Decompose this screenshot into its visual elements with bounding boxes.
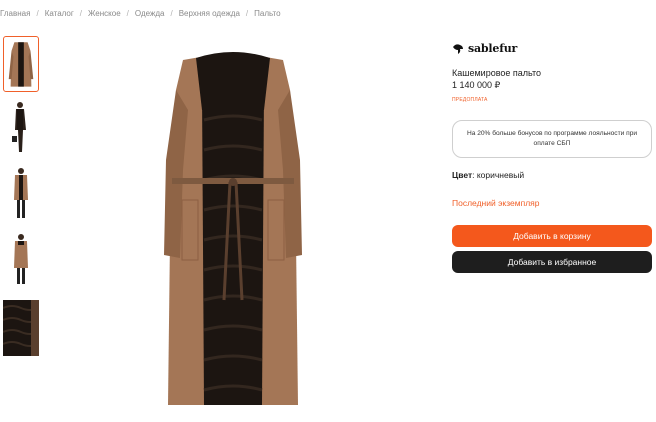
breadcrumb-women[interactable]: Женское	[88, 9, 121, 18]
color-label: Цвет	[452, 170, 473, 180]
breadcrumb-separator: /	[126, 9, 129, 18]
product-main-image	[158, 50, 308, 410]
product-title: Кашемировое пальто	[452, 68, 542, 78]
breadcrumb-separator: /	[79, 9, 83, 18]
thumbnail-fur-detail[interactable]	[3, 300, 39, 356]
breadcrumb: Главная / Каталог / Женское / Одежда / Верхняя о…	[0, 9, 281, 18]
model-side-thumbnail-image	[12, 102, 26, 152]
color-info: Цвет: коричневый	[452, 170, 524, 180]
thumbnail-front[interactable]	[3, 36, 39, 92]
breadcrumb-separator: /	[170, 9, 173, 18]
model-back-thumbnail-image	[14, 234, 28, 284]
brand-link[interactable]: sablefur	[452, 42, 517, 55]
fur-detail-thumbnail-image	[3, 300, 39, 356]
coat-thumbnail-image	[8, 42, 34, 87]
add-to-favorites-button[interactable]: Добавить в избранное	[452, 251, 652, 273]
model-front-thumbnail-image	[14, 168, 28, 218]
add-to-cart-button[interactable]: Добавить в корзину	[452, 225, 652, 247]
loyalty-bonus-text: На 20% больше бонусов по программе лояль…	[466, 129, 638, 147]
breadcrumb-outerwear[interactable]: Верхняя одежда	[179, 9, 240, 18]
breadcrumb-catalog[interactable]: Каталог	[45, 9, 74, 18]
sable-logo-icon	[453, 43, 463, 54]
coat-image	[164, 52, 302, 405]
thumbnail-side[interactable]	[3, 100, 39, 156]
last-copy-label: Последний экземпляр	[452, 198, 540, 208]
product-price: 1 140 000 ₽	[452, 80, 501, 90]
thumbnail-model-back[interactable]	[3, 232, 39, 288]
breadcrumb-separator: /	[36, 9, 39, 18]
thumbnail-model-front[interactable]	[3, 166, 39, 222]
color-value: : коричневый	[472, 170, 525, 180]
loyalty-bonus-banner: На 20% больше бонусов по программе лояль…	[452, 120, 652, 158]
breadcrumb-coats[interactable]: Пальто	[254, 9, 280, 18]
brand-name: sablefur	[468, 42, 518, 55]
breadcrumb-separator: /	[245, 9, 249, 18]
prepayment-label: предоплата	[452, 97, 488, 103]
breadcrumb-clothing[interactable]: Одежда	[135, 9, 165, 18]
breadcrumb-home[interactable]: Главная	[0, 9, 30, 18]
